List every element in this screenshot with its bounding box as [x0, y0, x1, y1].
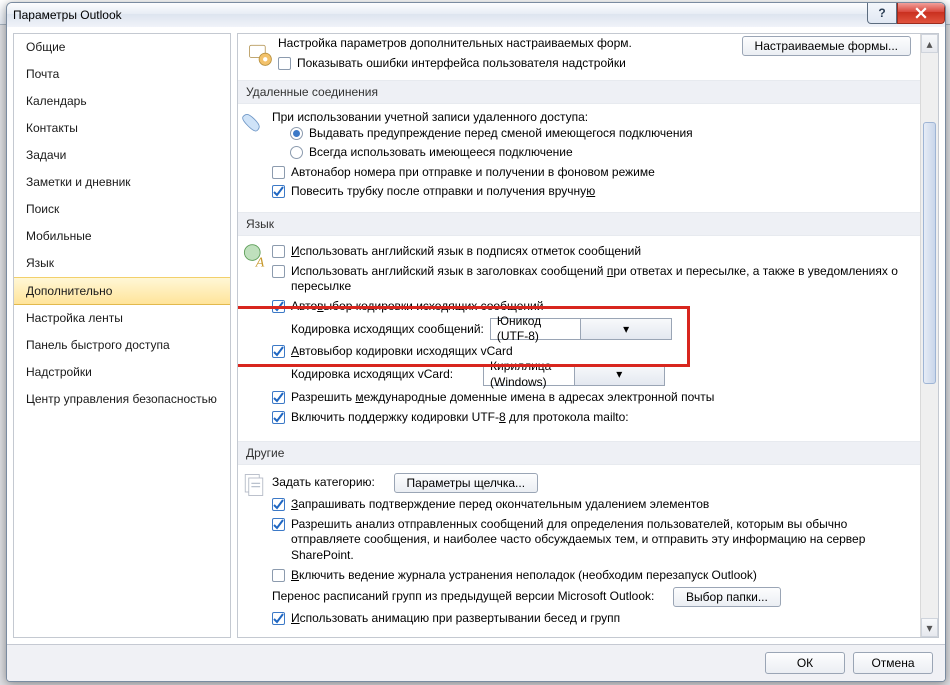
idn-label: Разрешить международные доменные имена в… [291, 390, 915, 406]
forms-icon [246, 40, 274, 68]
globe-icon: A [240, 242, 268, 270]
auto-encoding-label: Автовыбор кодировки исходящих сообщений [291, 299, 915, 315]
autodial-checkbox[interactable] [272, 166, 285, 179]
mailto-utf8-label: Включить поддержку кодировки UTF-8 для п… [291, 410, 915, 426]
outgoing-encoding-value: Юникод (UTF-8) [491, 314, 581, 345]
hangup-label: Повесить трубку после отправки и получен… [291, 184, 915, 200]
sidebar-item-13[interactable]: Центр управления безопасностью [14, 386, 230, 413]
custom-forms-button[interactable]: Настраиваемые формы... [742, 36, 911, 56]
dialup-always-radio[interactable] [290, 146, 303, 159]
phone-icon [240, 110, 268, 138]
sidebar-item-2[interactable]: Календарь [14, 88, 230, 115]
show-addin-errors-checkbox[interactable] [278, 57, 291, 70]
sidebar-item-5[interactable]: Заметки и дневник [14, 169, 230, 196]
sidebar-item-3[interactable]: Контакты [14, 115, 230, 142]
show-addin-errors-label: Показывать ошибки интерфейса пользовател… [297, 56, 915, 72]
cancel-button[interactable]: Отмена [853, 652, 933, 674]
analyze-sent-label: Разрешить анализ отправленных сообщений … [291, 517, 915, 564]
chevron-down-icon: ▾ [574, 365, 665, 385]
scroll-down-icon[interactable]: ▾ [921, 618, 938, 637]
dialog-title: Параметры Outlook [13, 8, 122, 22]
outgoing-vcard-encoding-label: Кодировка исходящих vCard: [291, 367, 477, 383]
sidebar-item-0[interactable]: Общие [14, 34, 230, 61]
settings-panel: Настройка параметров дополнительных наст… [237, 33, 939, 638]
auto-vcard-encoding-checkbox[interactable] [272, 345, 285, 358]
eng-signature-label: Использовать английский язык в подписях … [291, 244, 915, 260]
sidebar-item-7[interactable]: Мобильные [14, 223, 230, 250]
sidebar-item-8[interactable]: Язык [14, 250, 230, 277]
hangup-checkbox[interactable] [272, 185, 285, 198]
auto-encoding-checkbox[interactable] [272, 300, 285, 313]
autodial-label: Автонабор номера при отправке и получени… [291, 165, 915, 181]
outgoing-encoding-combo[interactable]: Юникод (UTF-8)▾ [490, 318, 672, 340]
sidebar-item-1[interactable]: Почта [14, 61, 230, 88]
dialup-intro: При использовании учетной записи удаленн… [272, 110, 915, 124]
troubleshoot-log-checkbox[interactable] [272, 569, 285, 582]
animate-expand-label: Использовать анимацию при развертывании … [291, 611, 915, 627]
section-other-header: Другие [238, 441, 921, 465]
ok-button[interactable]: ОК [765, 652, 845, 674]
close-icon [915, 7, 927, 19]
section-dialup-header: Удаленные соединения [238, 80, 921, 104]
scroll-up-icon[interactable]: ▴ [921, 34, 938, 53]
eng-signature-checkbox[interactable] [272, 245, 285, 258]
sidebar-item-11[interactable]: Панель быстрого доступа [14, 332, 230, 359]
confirm-delete-checkbox[interactable] [272, 498, 285, 511]
dialup-warn-label: Выдавать предупреждение перед сменой име… [309, 126, 915, 142]
documents-icon [240, 471, 268, 499]
auto-vcard-encoding-label: Автовыбор кодировки исходящих vCard [291, 344, 915, 360]
sidebar-item-9[interactable]: Дополнительно [14, 277, 230, 305]
chevron-down-icon: ▾ [580, 319, 671, 339]
dialup-warn-radio[interactable] [290, 127, 303, 140]
migrate-label: Перенос расписаний групп из предыдущей в… [272, 589, 654, 605]
mailto-utf8-checkbox[interactable] [272, 411, 285, 424]
sidebar-item-12[interactable]: Надстройки [14, 359, 230, 386]
sidebar-item-4[interactable]: Задачи [14, 142, 230, 169]
svg-text:A: A [255, 255, 265, 270]
animate-expand-checkbox[interactable] [272, 612, 285, 625]
dialog-titlebar[interactable]: Параметры Outlook ? [7, 3, 945, 28]
choose-folder-button[interactable]: Выбор папки... [673, 587, 781, 607]
eng-headers-label: Использовать английский язык в заголовка… [291, 264, 915, 295]
scroll-thumb[interactable] [923, 122, 936, 384]
analyze-sent-checkbox[interactable] [272, 518, 285, 531]
click-options-button[interactable]: Параметры щелчка... [394, 473, 539, 493]
outgoing-vcard-encoding-combo[interactable]: Кириллица (Windows)▾ [483, 364, 665, 386]
dialup-always-label: Всегда использовать имеющееся подключени… [309, 145, 915, 161]
outgoing-vcard-encoding-value: Кириллица (Windows) [484, 359, 574, 390]
eng-headers-checkbox[interactable] [272, 265, 285, 278]
category-sidebar: ОбщиеПочтаКалендарьКонтактыЗадачиЗаметки… [13, 33, 231, 638]
options-dialog: Параметры Outlook ? ОбщиеПочтаКалендарьК… [6, 2, 946, 682]
confirm-delete-label: Запрашивать подтверждение перед окончате… [291, 497, 915, 513]
help-button[interactable]: ? [867, 3, 897, 24]
close-button[interactable] [897, 3, 945, 24]
idn-checkbox[interactable] [272, 391, 285, 404]
outgoing-encoding-label: Кодировка исходящих сообщений: [291, 322, 484, 338]
sidebar-item-6[interactable]: Поиск [14, 196, 230, 223]
set-category-label: Задать категорию: [272, 475, 375, 491]
section-lang-header: Язык [238, 212, 921, 236]
troubleshoot-log-label: Включить ведение журнала устранения непо… [291, 568, 915, 584]
vertical-scrollbar[interactable]: ▴ ▾ [920, 34, 938, 637]
sidebar-item-10[interactable]: Настройка ленты [14, 305, 230, 332]
